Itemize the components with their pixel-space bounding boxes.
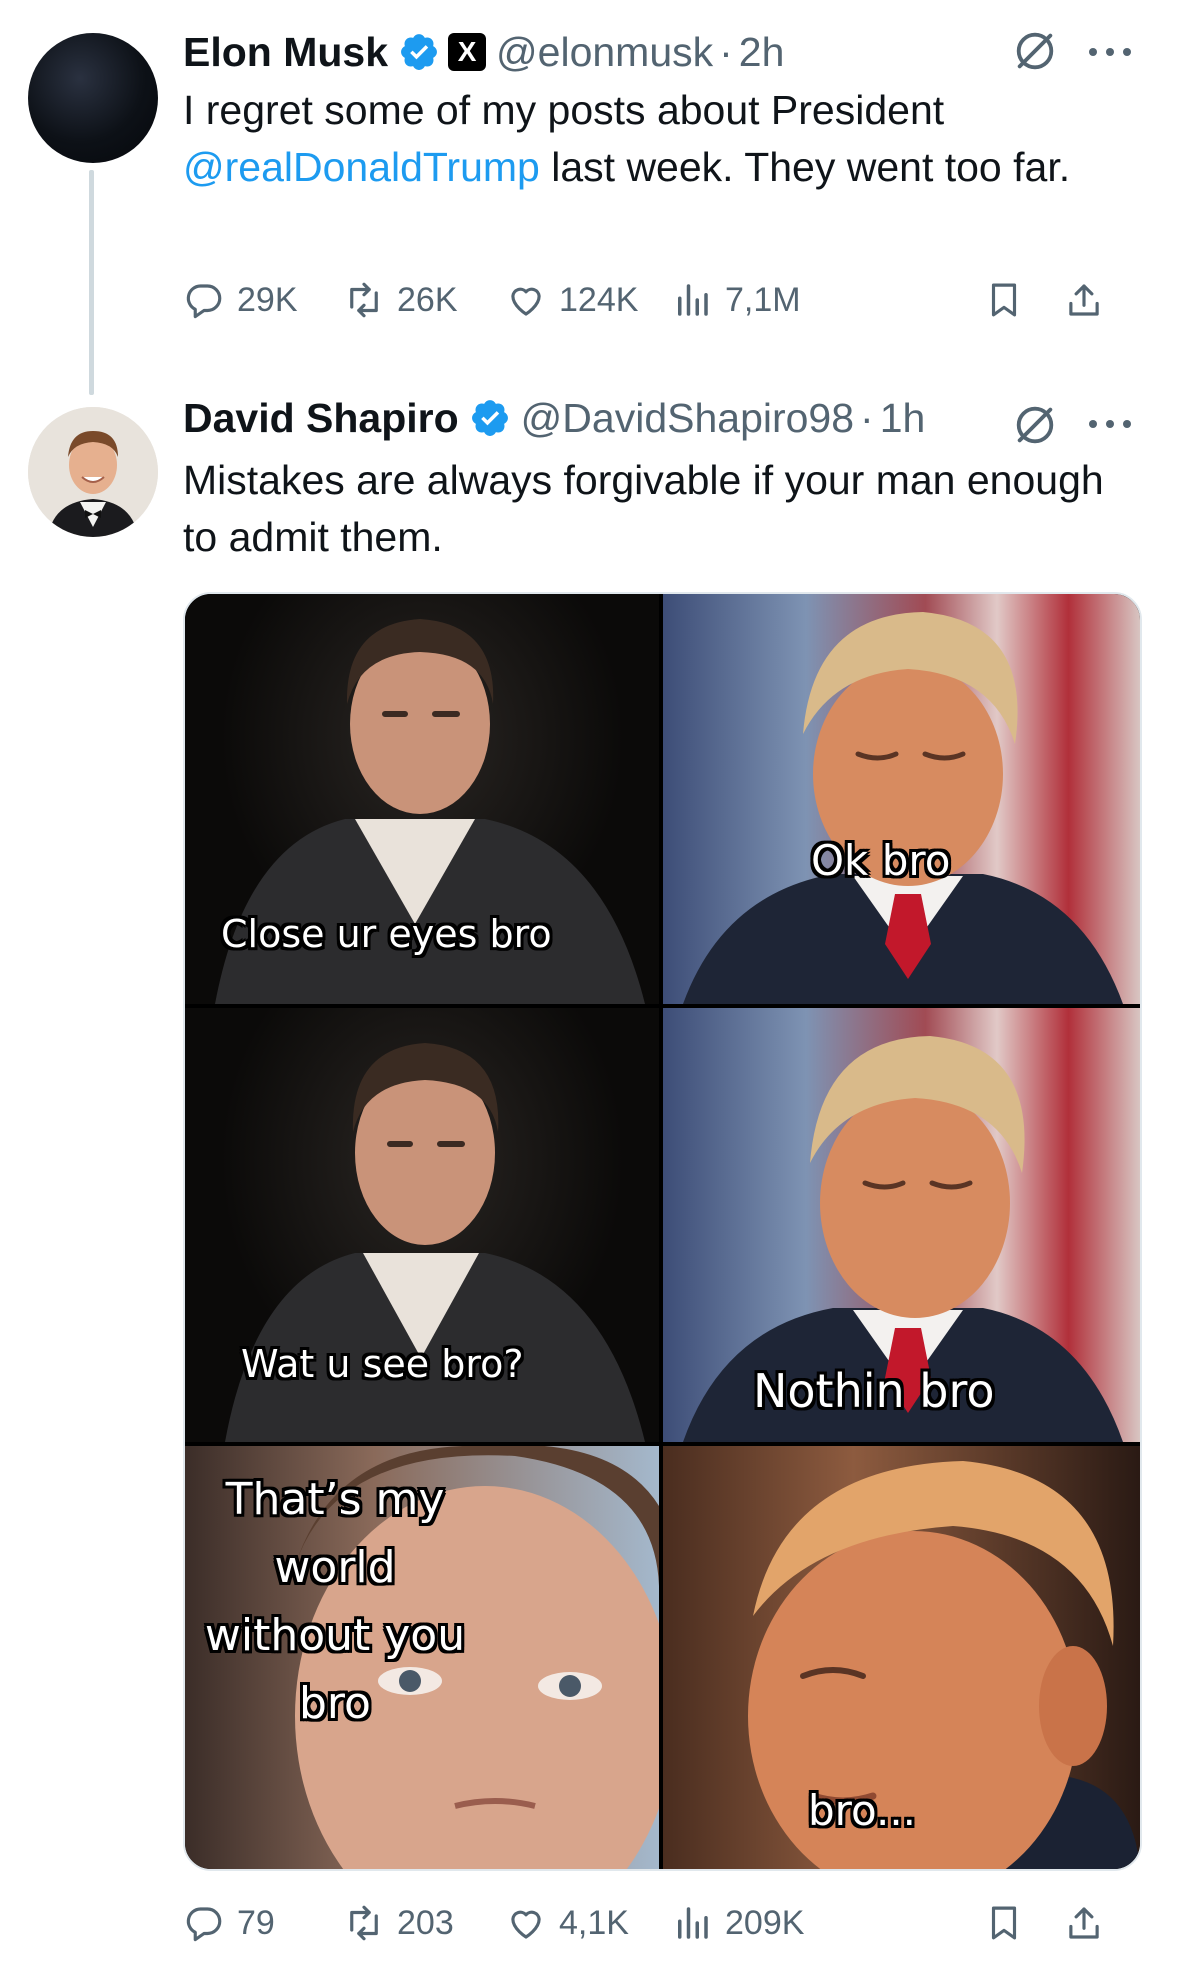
tweet-text: Mistakes are always forgivable if your m…	[183, 457, 1104, 560]
mention-link[interactable]: @realDonaldTrump	[183, 144, 540, 190]
verified-icon	[401, 34, 437, 70]
timestamp[interactable]: 1h	[880, 395, 926, 442]
author-handle[interactable]: @DavidShapiro98	[521, 395, 854, 442]
repost-icon	[350, 1905, 378, 1941]
media-grid[interactable]: Close ur eyes bro Ok bro Wat u see bro? …	[183, 592, 1142, 1871]
like-button[interactable]: 124K	[505, 270, 638, 330]
like-button[interactable]: 4,1K	[505, 1893, 629, 1953]
meme-panel-2[interactable]: Ok bro	[663, 594, 1140, 1004]
tweet-david[interactable]: David Shapiro @DavidShapiro98 · 1h Mista…	[0, 370, 1179, 1983]
meme-panel-6[interactable]: bro...	[663, 1446, 1140, 1869]
tweet-text-part: I regret some of my posts about Presiden…	[183, 87, 945, 133]
meme-panel-5[interactable]: That’s my world without you bro	[185, 1446, 659, 1869]
avatar-portrait	[28, 407, 158, 537]
view-count: 209K	[725, 1903, 805, 1942]
thread-line	[89, 170, 94, 395]
like-icon	[511, 287, 541, 316]
more-icon[interactable]	[1085, 44, 1135, 60]
photo-trump-1	[683, 612, 1123, 1004]
repost-button[interactable]: 203	[343, 1893, 454, 1953]
reply-button[interactable]: 79	[183, 1893, 275, 1953]
views-button[interactable]: 7,1M	[671, 270, 801, 330]
avatar[interactable]	[28, 33, 158, 163]
like-icon	[511, 1910, 541, 1939]
reply-icon	[186, 284, 222, 319]
repost-button[interactable]: 26K	[343, 270, 458, 330]
meme-caption: Nothin bro	[753, 1364, 995, 1418]
meme-caption: Wat u see bro?	[241, 1342, 524, 1386]
repost-count: 26K	[397, 280, 458, 319]
tweet-header: David Shapiro @DavidShapiro98 · 1h	[183, 388, 925, 448]
meme-caption: bro...	[808, 1786, 917, 1835]
meme-panel-1[interactable]: Close ur eyes bro	[185, 594, 659, 1004]
meme-caption: Close ur eyes bro	[221, 912, 552, 956]
view-count: 7,1M	[725, 280, 801, 319]
author-handle[interactable]: @elonmusk	[496, 29, 713, 76]
bookmark-icon	[991, 283, 1017, 317]
author-name[interactable]: Elon Musk	[183, 29, 388, 76]
bookmark-button[interactable]	[983, 270, 1025, 330]
like-count: 124K	[559, 280, 639, 319]
share-icon	[1069, 1907, 1099, 1939]
timestamp[interactable]: 2h	[739, 29, 785, 76]
more-icon[interactable]	[1085, 416, 1135, 432]
reply-icon	[186, 1907, 222, 1942]
tweet-actions: 79 203 4,1K 209K	[183, 1893, 1143, 1953]
repost-count: 203	[397, 1903, 454, 1942]
views-icon	[678, 284, 708, 316]
repost-icon	[350, 282, 378, 318]
tweet-elon[interactable]: Elon Musk X @elonmusk · 2h I regret some…	[0, 0, 1179, 395]
reply-button[interactable]: 29K	[183, 270, 298, 330]
bookmark-icon	[991, 1906, 1017, 1940]
x-badge-icon: X	[448, 33, 487, 71]
reply-count: 29K	[237, 280, 298, 319]
views-button[interactable]: 209K	[671, 1893, 804, 1953]
bookmark-button[interactable]	[983, 1893, 1025, 1953]
meme-caption: Ok bro	[811, 836, 951, 885]
grok-icon[interactable]	[1012, 28, 1058, 74]
avatar[interactable]	[28, 407, 158, 537]
views-icon	[678, 1907, 708, 1939]
verified-icon	[471, 400, 508, 436]
share-icon	[1069, 284, 1099, 316]
meme-caption: That’s my world without you bro	[204, 1474, 466, 1729]
grok-icon[interactable]	[1012, 402, 1058, 448]
separator: ·	[860, 394, 874, 441]
like-count: 4,1K	[559, 1903, 629, 1942]
tweet-text: I regret some of my posts about Presiden…	[183, 82, 1133, 196]
share-button[interactable]	[1063, 1893, 1105, 1953]
share-button[interactable]	[1063, 270, 1105, 330]
tweet-text-part: last week. They went too far.	[539, 144, 1071, 190]
tweet-actions: 29K 26K 124K 7,1M	[183, 270, 1143, 330]
author-name[interactable]: David Shapiro	[183, 395, 459, 442]
meme-panel-3[interactable]: Wat u see bro?	[185, 1008, 659, 1442]
tweet-header: Elon Musk X @elonmusk · 2h	[183, 22, 784, 82]
separator: ·	[719, 28, 733, 75]
reply-count: 79	[237, 1903, 275, 1942]
meme-panel-4[interactable]: Nothin bro	[663, 1008, 1140, 1442]
